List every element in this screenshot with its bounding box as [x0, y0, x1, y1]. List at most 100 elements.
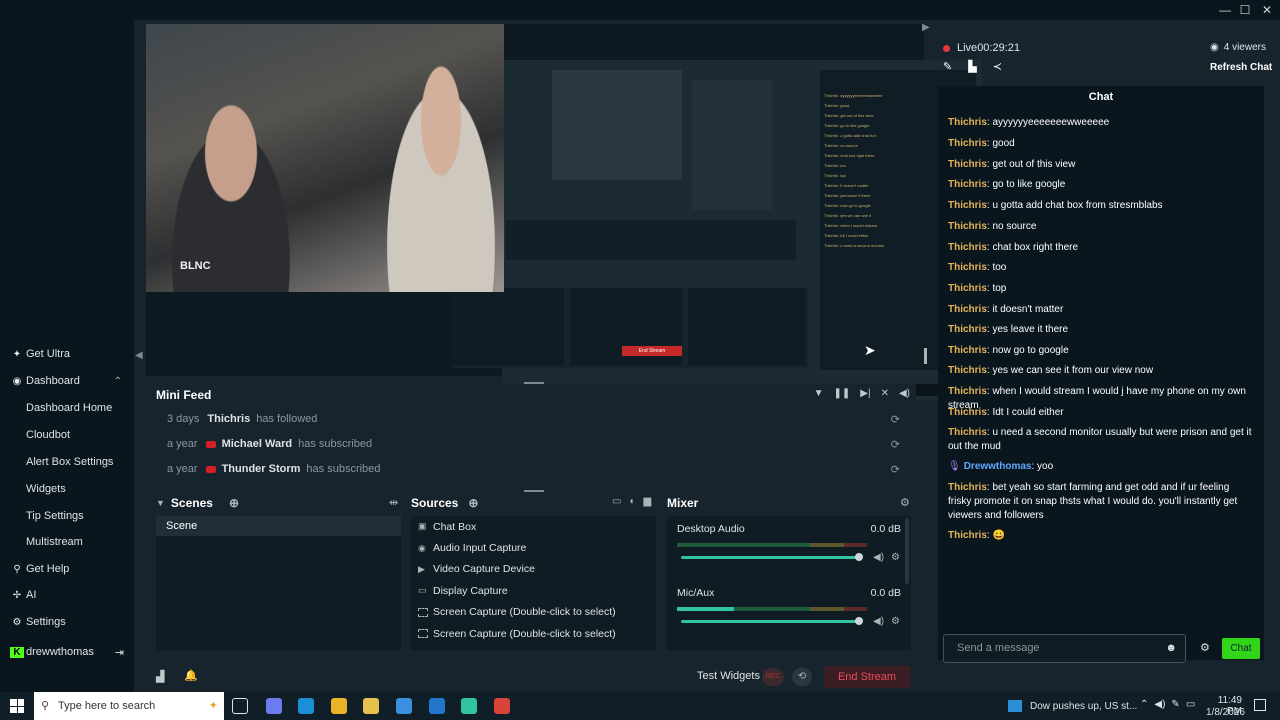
volume-knob[interactable] — [855, 617, 863, 625]
windows-start-icon[interactable] — [10, 699, 24, 713]
feed-user[interactable]: Thichris — [207, 413, 250, 425]
chat-send-button[interactable]: Chat — [1222, 638, 1260, 659]
task-view-icon[interactable] — [232, 698, 248, 714]
notification-center-icon[interactable] — [1254, 699, 1266, 711]
copilot-icon[interactable] — [266, 698, 282, 714]
volume-knob[interactable] — [855, 553, 863, 561]
feed-user[interactable]: Michael Ward — [222, 438, 293, 450]
add-source-icon[interactable]: ⊕ — [468, 496, 478, 510]
share-icon[interactable]: ≺ — [993, 60, 1002, 73]
close-button[interactable]: ✕ — [1256, 2, 1278, 18]
mixer-settings-icon[interactable]: ⚙ — [900, 496, 910, 509]
volume-icon[interactable]: ◀) — [899, 388, 910, 399]
chat-username[interactable]: Thichris — [948, 283, 987, 294]
maximize-button[interactable]: ☐ — [1234, 2, 1256, 18]
edge-icon[interactable] — [298, 698, 314, 714]
chrome-active-icon[interactable] — [494, 698, 510, 714]
mixer-scrollbar[interactable] — [905, 518, 909, 584]
tray-expand-icon[interactable]: ⌃ — [1140, 699, 1148, 710]
volume-slider[interactable] — [681, 620, 859, 623]
pause-icon[interactable]: ❚❚ — [834, 388, 851, 399]
chat-username[interactable]: Thichris — [948, 221, 987, 232]
source-item[interactable]: ▭ Display Capture — [411, 580, 656, 601]
sidebar-item-multistream[interactable]: Multistream — [0, 531, 134, 553]
skip-icon[interactable]: ▶| — [860, 388, 870, 399]
sidebar-item-dashboard[interactable]: ◉ Dashboard ⌃ — [0, 370, 134, 392]
clip-icon[interactable]: ▙ — [968, 60, 976, 73]
replay-alert-icon[interactable]: ⟳ — [891, 463, 900, 476]
taskbar-search-input[interactable]: ⚲ Type here to search ✦ — [34, 692, 224, 720]
collapse-sidebar-icon[interactable]: ◀ — [135, 350, 143, 361]
file-explorer-icon[interactable] — [363, 698, 379, 714]
battery-icon[interactable]: ▭ — [1186, 699, 1195, 710]
chevron-up-icon[interactable]: ⌃ — [114, 376, 122, 387]
logout-icon[interactable]: ⇥ — [115, 646, 124, 659]
sidebar-item-drewwthomas[interactable]: Kdrewwthomas ⇥ — [0, 641, 134, 663]
record-button[interactable]: REC — [762, 668, 784, 686]
feed-user[interactable]: Thunder Storm — [222, 463, 301, 475]
chat-username[interactable]: Thichris — [948, 482, 987, 493]
chat-username[interactable]: Thichris — [948, 365, 987, 376]
source-item[interactable]: ▶ Video Capture Device — [411, 559, 656, 580]
emoji-icon[interactable]: ☻ — [1165, 635, 1177, 662]
chat-settings-icon[interactable]: ⚙ — [1200, 641, 1210, 654]
sidebar-item-cloudbot[interactable]: Cloudbot — [0, 424, 134, 446]
source-visibility-icon[interactable]: ◐ — [629, 496, 635, 507]
end-stream-button[interactable]: End Stream — [824, 666, 910, 688]
sidebar-item-get-help[interactable]: ⚲ Get Help — [0, 558, 134, 580]
chat-username[interactable]: Thichris — [948, 117, 987, 128]
collapse-icon[interactable]: ▼ — [156, 498, 165, 508]
source-item[interactable]: ◉ Audio Input Capture — [411, 537, 656, 558]
chat-username[interactable]: Thichris — [948, 200, 987, 211]
scene-transition-icon[interactable]: ⇹ — [389, 496, 398, 509]
chrome-icon[interactable] — [331, 698, 347, 714]
chat-username[interactable]: Thichris — [948, 262, 987, 273]
clock-date[interactable]: 1/8/2026 — [1206, 707, 1245, 718]
test-widgets-button[interactable]: Test Widgets — [697, 670, 760, 682]
source-item[interactable]: Screen Capture (Double-click to select) — [411, 623, 656, 644]
chat-username[interactable]: Thichris — [948, 324, 987, 335]
chat-username[interactable]: Thichris — [948, 386, 987, 397]
add-scene-icon[interactable]: ⊕ — [229, 496, 239, 510]
speaker-icon[interactable]: ◀) — [1154, 699, 1165, 710]
replay-alert-icon[interactable]: ⟳ — [891, 413, 900, 426]
sidebar-item-tip-settings[interactable]: Tip Settings — [0, 505, 134, 527]
source-item[interactable]: ▣ Chat Box — [411, 516, 656, 537]
news-widget-text[interactable]: Dow pushes up, US st... — [1030, 701, 1137, 712]
chat-username[interactable]: Thichris — [948, 304, 987, 315]
channel-settings-icon[interactable]: ⚙ — [891, 616, 900, 627]
refresh-chat-button[interactable]: Refresh Chat — [1210, 62, 1272, 73]
sidebar-item-get-ultra[interactable]: ✦ Get Ultra — [0, 343, 134, 365]
pen-icon[interactable]: ✎ — [1171, 699, 1179, 710]
speaker-icon[interactable]: ◀) — [873, 616, 884, 627]
resize-handle-lower[interactable] — [524, 490, 544, 492]
mute-alerts-icon[interactable]: ✕ — [881, 388, 889, 399]
sidebar-item-settings[interactable]: ⚙ Settings — [0, 611, 134, 633]
scene-item[interactable]: Scene — [156, 516, 401, 536]
filter-icon[interactable]: ▼ — [814, 388, 824, 399]
chat-username[interactable]: Thichris — [948, 345, 987, 356]
expand-chat-icon[interactable]: ▶ — [922, 22, 930, 33]
chat-username[interactable]: Thichris — [948, 530, 987, 541]
replay-buffer-icon[interactable]: ⟲ — [792, 668, 812, 686]
sidebar-item-alert-box-settings[interactable]: Alert Box Settings — [0, 451, 134, 473]
source-folder-icon[interactable]: ▆ — [644, 496, 652, 507]
edit-stream-icon[interactable]: ✎ — [943, 60, 952, 73]
source-item[interactable]: Screen Capture (Double-click to select) — [411, 602, 656, 623]
chat-username[interactable]: Thichris — [948, 242, 987, 253]
chat-username[interactable]: Drewwthomas — [964, 461, 1032, 472]
notifications-icon[interactable]: 🔔 — [184, 669, 198, 682]
sidebar-item-widgets[interactable]: Widgets — [0, 478, 134, 500]
store-icon[interactable] — [396, 698, 412, 714]
chat-username[interactable]: Thichris — [948, 407, 987, 418]
chat-resize-handle[interactable] — [924, 348, 927, 364]
sidebar-item-dashboard-home[interactable]: Dashboard Home — [0, 397, 134, 419]
chat-username[interactable]: Thichris — [948, 159, 987, 170]
source-group-icon[interactable]: ▭ — [612, 496, 621, 507]
news-widget-icon[interactable] — [1008, 700, 1022, 712]
chat-username[interactable]: Thichris — [948, 427, 987, 438]
stats-icon[interactable]: ▟ — [156, 670, 164, 683]
mail-icon[interactable] — [429, 698, 445, 714]
replay-alert-icon[interactable]: ⟳ — [891, 438, 900, 451]
speaker-icon[interactable]: ◀) — [873, 552, 884, 563]
